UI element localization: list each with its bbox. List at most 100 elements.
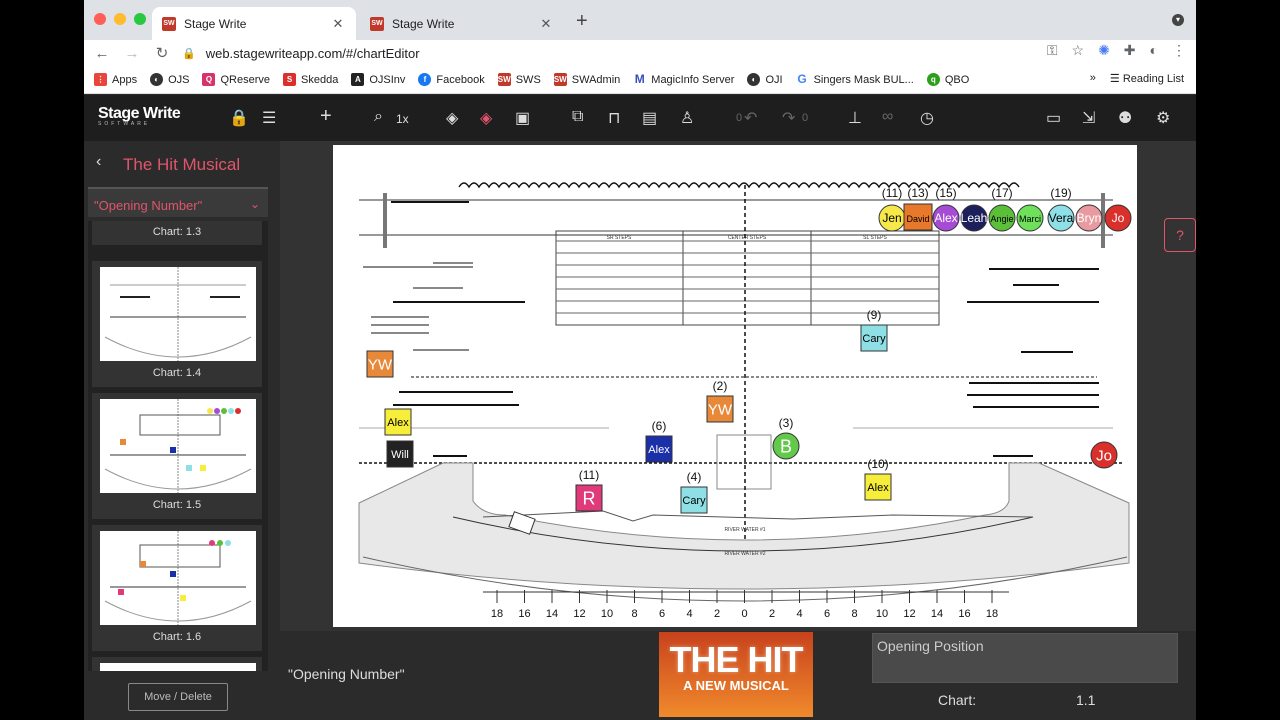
export-icon[interactable]: ⇲ xyxy=(1082,108,1095,128)
bookmark-ojsinv[interactable]: A OJSInv xyxy=(351,73,405,86)
address-bar[interactable]: 🔒 web.stagewriteapp.com/#/chartEditor xyxy=(182,40,420,66)
zoom-level[interactable]: 1x xyxy=(396,112,409,126)
layers-active-icon[interactable]: ◈ xyxy=(480,108,492,128)
forward-arrow-icon[interactable]: → xyxy=(120,45,144,62)
token-number: (11) xyxy=(579,468,599,482)
film-icon[interactable]: ▣ xyxy=(515,108,530,128)
bookmark-ojs[interactable]: ◐ OJS xyxy=(150,73,189,86)
wing-token-marci[interactable]: Marci xyxy=(1016,204,1044,232)
song-selector[interactable]: "Opening Number" ⌄ xyxy=(88,187,268,217)
performer-token-alex[interactable]: Alex (10) xyxy=(864,457,892,501)
key-icon[interactable]: ⚿ xyxy=(1047,42,1058,59)
chart-thumb-1-4[interactable]: Chart: 1.4 xyxy=(92,261,262,387)
performer-token-r[interactable]: R (11) xyxy=(575,468,603,512)
wing-token-vera[interactable]: Vera (19) xyxy=(1047,186,1075,232)
lock-icon[interactable]: 🔒 xyxy=(229,108,249,128)
performer-token-jo[interactable]: Jo xyxy=(1090,441,1118,469)
bookmark-qreserve[interactable]: Q QReserve xyxy=(202,73,270,86)
performer-token-yw[interactable]: YW (2) xyxy=(706,379,734,423)
chart-thumb-next[interactable] xyxy=(92,657,262,671)
token-number: (6) xyxy=(652,419,667,433)
chart-thumb-1-5[interactable]: Chart: 1.5 xyxy=(92,393,262,519)
performer-token-cary[interactable]: Cary (9) xyxy=(860,308,888,352)
help-icon[interactable]: ? xyxy=(1164,218,1196,252)
shapes-icon[interactable]: ⧉ xyxy=(572,108,583,126)
star-icon[interactable]: ☆ xyxy=(1072,42,1085,59)
puzzle-icon[interactable]: ✚ xyxy=(1124,42,1136,59)
magicinfo-icon: M xyxy=(633,72,647,86)
move-delete-button[interactable]: Move / Delete xyxy=(128,683,228,711)
token-label: Jen xyxy=(882,211,901,225)
tab-stagewrite-active[interactable]: SW Stage Write ✕ xyxy=(152,7,356,40)
bookmark-singers-mask[interactable]: G Singers Mask BUL... xyxy=(795,73,914,86)
performer-token-will[interactable]: Will xyxy=(386,440,414,468)
person-icon[interactable]: ♙ xyxy=(680,108,694,128)
close-tab-icon[interactable]: ✕ xyxy=(330,16,346,32)
redo-icon[interactable]: ↷ xyxy=(782,108,795,128)
more-bookmarks-button[interactable]: » xyxy=(1090,72,1096,85)
wing-token-angie[interactable]: Angie (17) xyxy=(988,186,1016,232)
performer-token-yw[interactable]: YW xyxy=(366,350,394,378)
undo-icon[interactable]: ↶ xyxy=(744,108,757,128)
wing-token-alex[interactable]: Alex (15) xyxy=(932,186,960,232)
wing-token-leah[interactable]: Leah xyxy=(960,204,988,232)
reading-list-button[interactable]: ☰ Reading List xyxy=(1110,72,1184,85)
performer-token-b[interactable]: B (3) xyxy=(772,416,800,460)
bookmark-swadmin[interactable]: SW SWAdmin xyxy=(553,73,620,86)
performer-token-cary[interactable]: Cary (4) xyxy=(680,470,708,514)
wing-token-jo[interactable]: Jo xyxy=(1104,204,1132,232)
bookmark-oji[interactable]: ◐ OJI xyxy=(747,73,783,86)
reload-icon[interactable]: ↻ xyxy=(150,44,174,62)
bookmark-skedda[interactable]: S Skedda xyxy=(283,73,338,86)
wing-token-david[interactable]: David (13) xyxy=(903,186,933,231)
layers-icon[interactable]: ◈ xyxy=(446,108,458,128)
bookmark-sws[interactable]: SW SWS xyxy=(497,73,541,86)
add-icon[interactable]: + xyxy=(320,105,332,128)
close-window-button[interactable] xyxy=(94,13,106,25)
bookmark-qbo[interactable]: q QBO xyxy=(926,73,969,86)
position-name-field[interactable]: Opening Position xyxy=(872,633,1178,683)
gear-icon[interactable]: ⚙ xyxy=(1156,108,1170,128)
facebook-icon: f xyxy=(418,73,432,86)
users-icon[interactable]: ⚉ xyxy=(1118,108,1132,128)
zoom-icon[interactable]: ⌕ xyxy=(374,108,383,126)
ruler-tick-label: 2 xyxy=(769,608,775,620)
performer-token-alex[interactable]: Alex xyxy=(384,408,412,436)
tab-strip: SW Stage Write ✕ SW Stage Write ✕ + ▾ xyxy=(84,0,1196,40)
close-tab-icon[interactable]: ✕ xyxy=(538,16,554,32)
back-arrow-icon[interactable]: ← xyxy=(90,45,114,62)
token-label: B xyxy=(780,436,792,456)
chart-thumb-1-6[interactable]: Chart: 1.6 xyxy=(92,525,262,651)
chart-thumb-image xyxy=(100,531,256,625)
zoom-window-button[interactable] xyxy=(134,13,146,25)
wing-token-jen[interactable]: Jen (11) xyxy=(878,186,906,232)
bookmark-facebook[interactable]: f Facebook xyxy=(418,73,485,86)
bookmark-apps[interactable]: ⋮ Apps xyxy=(94,73,137,86)
new-tab-button[interactable]: + xyxy=(576,10,588,33)
token-number: (13) xyxy=(907,186,928,200)
chevron-left-icon[interactable]: ‹ xyxy=(96,153,101,171)
performer-token-alex[interactable]: Alex (6) xyxy=(645,419,673,463)
minimize-window-button[interactable] xyxy=(114,13,126,25)
bookmarks-bar: ⋮ Apps ◐ OJS Q QReserve S Skedda A OJSInv f Fa… xyxy=(84,66,1196,94)
chart-thumb-1-3[interactable]: Chart: 1.3 xyxy=(92,221,262,245)
extension-icon[interactable]: ✺ xyxy=(1098,42,1110,59)
list-icon[interactable]: ☰ xyxy=(262,108,276,128)
sr-steps-label: SR STEPS xyxy=(607,235,632,241)
bookmark-magicinfo[interactable]: M MagicInfo Server xyxy=(633,73,734,86)
link-icon[interactable]: ∞ xyxy=(882,108,893,126)
tab-search-icon[interactable]: ▾ xyxy=(1172,14,1184,26)
menu-kebab-icon[interactable]: ⋮ xyxy=(1172,42,1186,59)
tab-stagewrite[interactable]: SW Stage Write ✕ xyxy=(360,7,564,40)
wing-token-bryn[interactable]: Bryn xyxy=(1075,204,1103,232)
timer-icon[interactable]: ◷ xyxy=(920,108,934,128)
save-icon[interactable]: ▭ xyxy=(1046,108,1061,128)
token-number: (10) xyxy=(867,457,888,471)
profile-icon[interactable]: ◐ xyxy=(1150,42,1158,59)
book-icon[interactable]: ▤ xyxy=(642,108,657,128)
bar-chart-icon[interactable]: ⊥ xyxy=(848,108,862,128)
ruler-tick-label: 10 xyxy=(876,608,888,620)
app-header: Stage Write SOFTWARE 🔒 ☰ + ⌕ 1x ◈ ◈ ▣ ⧉ ⊓… xyxy=(84,95,1196,141)
chair-icon[interactable]: ⊓ xyxy=(608,108,620,128)
stage-chart[interactable]: SR STEPS CENTER STEPS SL STEPS RIVER WAT… xyxy=(333,145,1137,627)
